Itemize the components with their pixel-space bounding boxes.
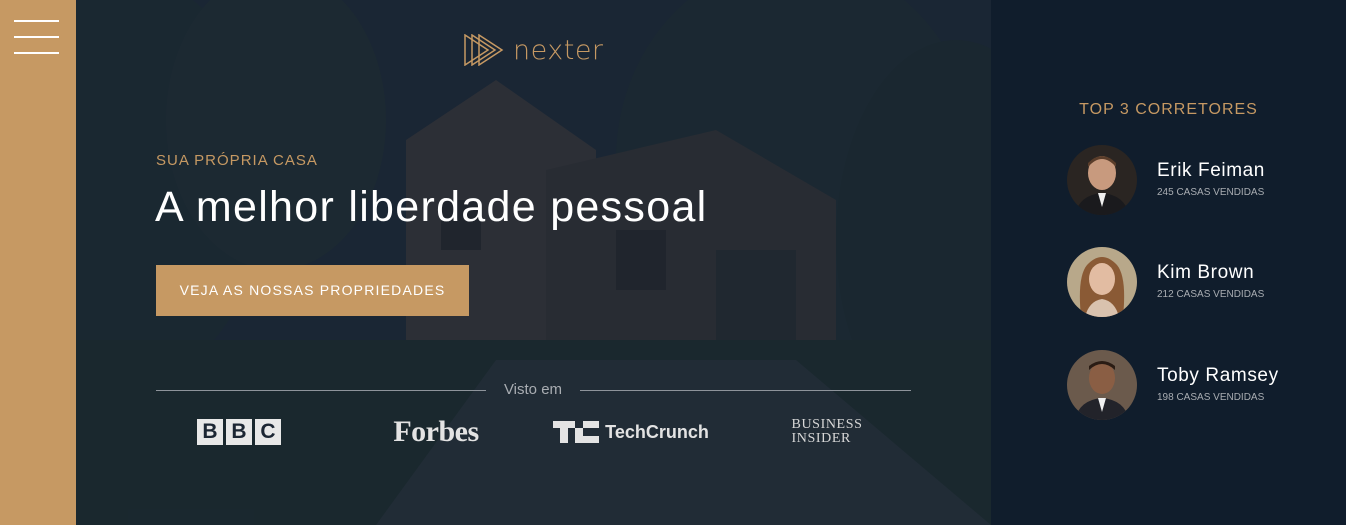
techcrunch-mark-icon [553,421,600,443]
menu-line [14,36,59,38]
realtor-card[interactable]: Toby Ramsey 198 CASAS VENDIDAS [1067,350,1327,420]
play-triangles-logo [464,34,504,66]
realtor-sold-count: 245 CASAS VENDIDAS [1157,187,1265,198]
menu-line [14,20,59,22]
bbc-letter: B [226,419,252,445]
bi-line-1: BUSINESS [791,417,863,432]
realtor-photo [1067,145,1137,215]
avatar [1067,247,1137,317]
realtor-sold-count: 212 CASAS VENDIDAS [1157,289,1265,300]
realtor-photo [1067,247,1137,317]
hero-title: A melhor liberdade pessoal [155,183,708,231]
realtor-card[interactable]: Kim Brown 212 CASAS VENDIDAS [1067,247,1327,317]
realtor-sold-count: 198 CASAS VENDIDAS [1157,392,1265,403]
view-properties-button[interactable]: VEJA AS NOSSAS PROPRIEDADES [156,265,469,316]
realtors-panel: TOP 3 CORRETORES Erik Feiman 245 CASAS V… [991,0,1346,525]
logo-text: nexter [513,34,604,66]
hero-subtitle: SUA PRÓPRIA CASA [156,152,318,169]
bbc-logo: B B C [194,412,284,452]
avatar [1067,145,1137,215]
realtors-title: TOP 3 CORRETORES [1079,101,1258,118]
bi-line-2: INSIDER [791,431,851,446]
divider-right [580,390,911,391]
logo[interactable]: nexter [464,34,604,66]
avatar [1067,350,1137,420]
hamburger-menu-icon[interactable] [14,19,59,55]
bbc-letter: B [197,419,223,445]
sidebar [0,0,76,525]
realtor-photo [1067,350,1137,420]
forbes-logo: Forbes [376,412,496,452]
divider-left [156,390,486,391]
bbc-letter: C [255,419,281,445]
business-insider-wordmark: BUSINESS INSIDER [792,418,863,446]
realtor-name: Kim Brown [1157,262,1255,283]
techcrunch-wordmark: TechCrunch [605,421,709,442]
realtor-name: Toby Ramsey [1157,365,1279,386]
seen-on-label: Visto em [503,381,563,398]
realtor-name: Erik Feiman [1157,160,1265,181]
forbes-wordmark: Forbes [393,415,479,448]
menu-line [14,52,59,54]
techcrunch-logo: TechCrunch [546,412,716,452]
realtor-card[interactable]: Erik Feiman 245 CASAS VENDIDAS [1067,145,1327,215]
business-insider-logo: BUSINESS INSIDER [792,412,862,452]
hero-section: nexter SUA PRÓPRIA CASA A melhor liberda… [76,0,991,525]
